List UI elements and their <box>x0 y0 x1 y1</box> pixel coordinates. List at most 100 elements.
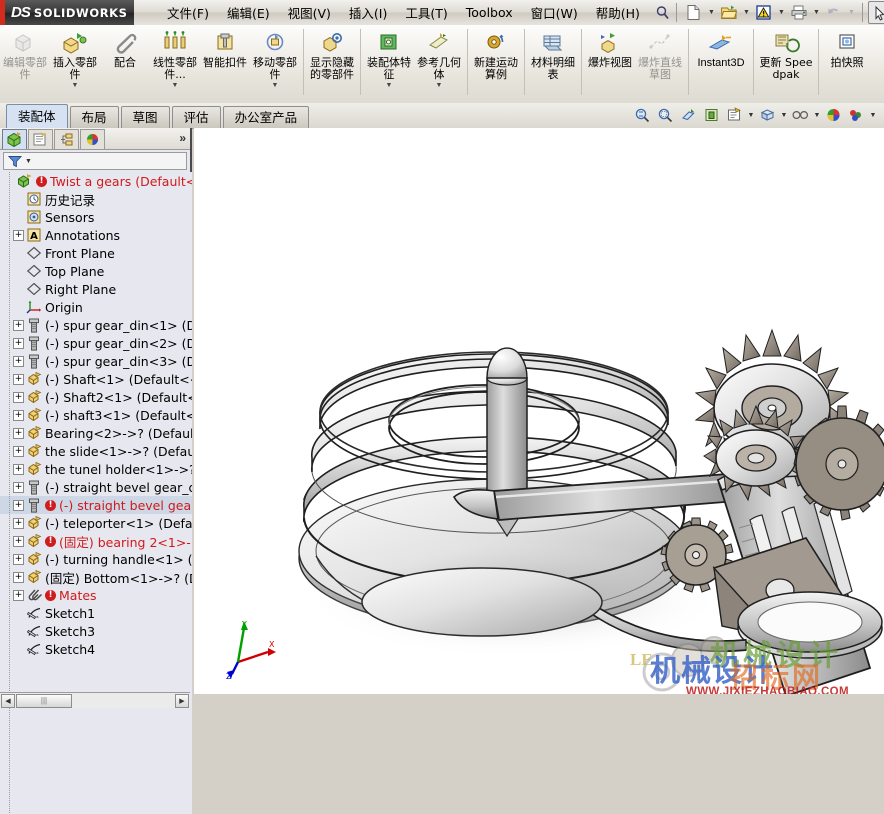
expand-node-icon[interactable]: + <box>13 553 24 565</box>
instant3d-button[interactable]: Instant3D <box>692 25 750 99</box>
display-style-button[interactable] <box>723 104 746 126</box>
feature-tree-node[interactable]: !Twist a gears (Default<Dis <box>0 172 192 190</box>
expand-node-icon[interactable]: + <box>13 391 24 403</box>
tab-office-products[interactable]: 办公室产品 <box>222 106 310 128</box>
tab-evaluate[interactable]: 评估 <box>171 106 221 128</box>
scroll-right-icon[interactable]: ▶ <box>175 693 189 708</box>
tab-assembly[interactable]: 装配体 <box>6 104 68 128</box>
expand-node-icon[interactable]: + <box>13 229 24 241</box>
expand-node-icon[interactable]: + <box>13 445 24 457</box>
expand-node-icon[interactable]: + <box>13 409 24 421</box>
tree-horizontal-scrollbar[interactable]: ◀ ||| ▶ <box>0 692 190 708</box>
graphics-viewport[interactable]: X Y Z LE 机械设计 机械设计 招标网 WWW.JIXIEZHAOBIAO… <box>194 128 884 708</box>
section-view-button[interactable] <box>677 104 700 126</box>
feature-tree-node[interactable]: + (-) Shaft<1> (Default<<De <box>0 370 192 388</box>
linear-pattern-caret-icon[interactable]: ▼ <box>172 82 179 89</box>
new-motion-study-button[interactable]: 新建运动算例 <box>471 25 521 99</box>
expand-node-icon[interactable]: + <box>13 427 24 439</box>
print-caret-icon[interactable]: ▼ <box>811 2 822 23</box>
view-settings-caret-icon[interactable]: ▼ <box>868 105 878 125</box>
new-document-button[interactable] <box>682 1 706 24</box>
move-component-caret-icon[interactable]: ▼ <box>272 82 279 89</box>
feature-tree-node[interactable]: Right Plane <box>0 280 192 298</box>
show-hidden-components-button[interactable]: 显示隐藏的零部件 <box>307 25 357 99</box>
menu-insert[interactable]: 插入(I) <box>340 0 396 25</box>
search-icon[interactable] <box>655 5 671 21</box>
menu-window[interactable]: 窗口(W) <box>522 0 587 25</box>
assembly-features-button[interactable]: 装配体特征 ▼ <box>364 25 414 99</box>
apply-scene-button[interactable] <box>822 104 845 126</box>
menu-edit[interactable]: 编辑(E) <box>218 0 279 25</box>
view-orientation-button[interactable] <box>700 104 723 126</box>
expand-panel-chevron-icon[interactable]: » <box>179 131 186 145</box>
display-manager-tab[interactable] <box>80 128 105 149</box>
assembly-features-caret-icon[interactable]: ▼ <box>386 82 393 89</box>
feature-tree-node[interactable]: + A Annotations <box>0 226 192 244</box>
feature-tree-node[interactable]: + Bearing<2>->? (Default< <box>0 424 192 442</box>
zoom-to-area-button[interactable] <box>654 104 677 126</box>
display-style-caret-icon[interactable]: ▼ <box>746 105 756 125</box>
feature-tree-node[interactable]: + (-) shaft3<1> (Default<<D <box>0 406 192 424</box>
feature-tree-node[interactable]: + (-) turning handle<1> (Def <box>0 550 192 568</box>
configuration-manager-tab[interactable] <box>54 128 79 149</box>
expand-node-icon[interactable]: + <box>13 499 24 511</box>
mate-button[interactable]: 配合 <box>100 25 150 99</box>
feature-tree-node[interactable]: Sketch4 <box>0 640 192 658</box>
expand-node-icon[interactable]: + <box>13 589 24 601</box>
feature-tree-node[interactable]: Sketch1 <box>0 604 192 622</box>
feature-tree-node[interactable]: +!(-) straight bevel gear_d <box>0 496 192 514</box>
feature-tree-node[interactable]: + (-) spur gear_din<2> (DIN <box>0 334 192 352</box>
menu-file[interactable]: 文件(F) <box>158 0 218 25</box>
expand-node-icon[interactable]: + <box>13 355 24 367</box>
feature-tree-node[interactable]: + (-) teleporter<1> (Default <box>0 514 192 532</box>
explode-line-sketch-button[interactable]: 爆炸直线草图 <box>635 25 685 99</box>
move-component-button[interactable]: 移动零部件 ▼ <box>250 25 300 99</box>
feature-tree-node[interactable]: + (-) spur gear_din<3> (DIN <box>0 352 192 370</box>
print-button[interactable] <box>787 1 811 24</box>
feature-tree-node[interactable]: +!(固定) bearing 2<1>->? <box>0 532 192 550</box>
feature-tree-node[interactable]: + the tunel holder<1>->? (D <box>0 460 192 478</box>
feature-tree-node[interactable]: + the slide<1>->? (Default< <box>0 442 192 460</box>
edit-component-button[interactable]: 编辑零部件 <box>0 25 50 99</box>
scroll-thumb[interactable]: ||| <box>16 693 72 708</box>
feature-tree-node[interactable]: + (-) spur gear_din<1> (DIN <box>0 316 192 334</box>
feature-tree-node[interactable]: Origin <box>0 298 192 316</box>
expand-node-icon[interactable]: + <box>13 481 24 493</box>
feature-tree-node[interactable]: + (固定) Bottom<1>->? (Def <box>0 568 192 586</box>
update-speedpak-button[interactable]: 更新 Speedpak <box>757 25 815 99</box>
feature-tree-node[interactable]: +! Mates <box>0 586 192 604</box>
insert-component-button[interactable]: 插入零部件 ▼ <box>50 25 100 99</box>
linear-component-pattern-button[interactable]: 线性零部件... ▼ <box>150 25 200 99</box>
scroll-track[interactable] <box>72 694 174 708</box>
smart-fasteners-button[interactable]: 智能扣件 <box>200 25 250 99</box>
expand-node-icon[interactable]: + <box>13 337 24 349</box>
reference-geometry-button[interactable]: 参考几何体 ▼ <box>414 25 464 99</box>
zoom-to-fit-button[interactable] <box>631 104 654 126</box>
undo-caret-icon[interactable]: ▼ <box>846 2 857 23</box>
expand-node-icon[interactable]: + <box>13 463 24 475</box>
edit-appearance-button[interactable] <box>789 104 812 126</box>
scroll-left-icon[interactable]: ◀ <box>1 693 15 708</box>
filter-caret-icon[interactable]: ▼ <box>25 158 32 165</box>
save-document-button[interactable] <box>752 1 776 24</box>
save-document-caret-icon[interactable]: ▼ <box>776 2 787 23</box>
expand-node-icon[interactable]: + <box>13 373 24 385</box>
exploded-view-button[interactable]: 爆炸视图 <box>585 25 635 99</box>
view-settings-button[interactable] <box>845 104 868 126</box>
insert-component-caret-icon[interactable]: ▼ <box>72 82 79 89</box>
tab-sketch[interactable]: 草图 <box>120 106 170 128</box>
feature-tree-node[interactable]: Front Plane <box>0 244 192 262</box>
appearance-caret-icon[interactable]: ▼ <box>812 105 822 125</box>
feature-filter-bar[interactable]: ▼ <box>3 152 187 170</box>
menu-tools[interactable]: 工具(T) <box>396 0 456 25</box>
feature-tree[interactable]: !Twist a gears (Default<Dis历史记录Sensors+A… <box>0 172 192 814</box>
new-document-caret-icon[interactable]: ▼ <box>706 2 717 23</box>
expand-node-icon[interactable]: + <box>13 571 24 583</box>
menu-help[interactable]: 帮助(H) <box>587 0 649 25</box>
reference-geometry-caret-icon[interactable]: ▼ <box>436 82 443 89</box>
expand-node-icon[interactable]: + <box>13 535 24 547</box>
menu-view[interactable]: 视图(V) <box>279 0 340 25</box>
tab-layout[interactable]: 布局 <box>69 106 119 128</box>
select-tool-button[interactable] <box>867 1 884 24</box>
feature-tree-node[interactable]: Sensors <box>0 208 192 226</box>
